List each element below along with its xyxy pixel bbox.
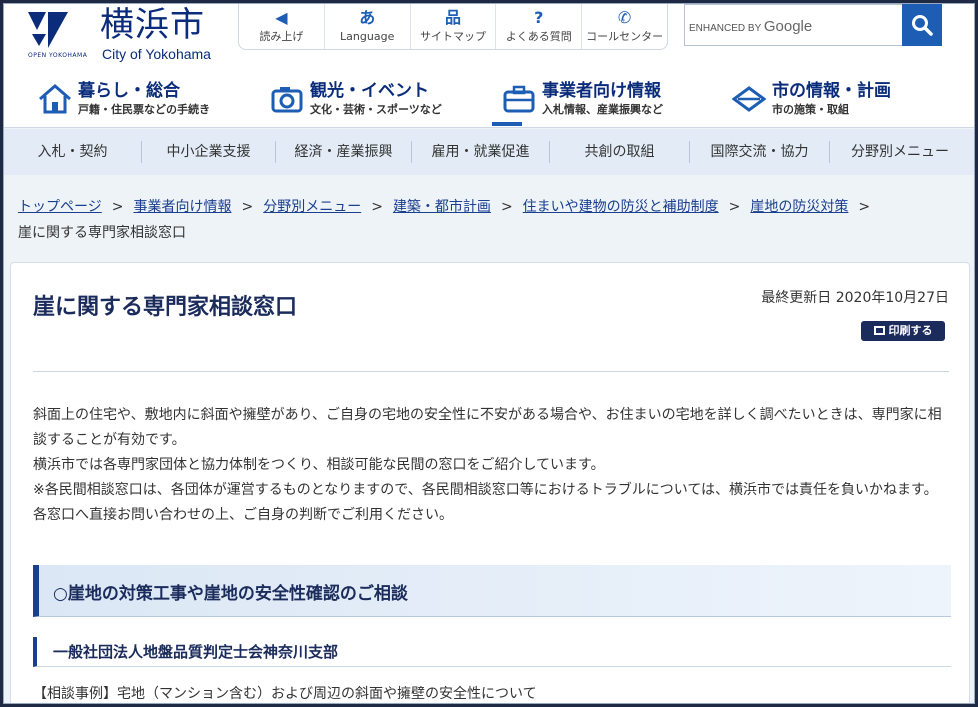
- paragraph: 横浜市では各専門家団体と協力体制をつくり、相談可能な民間の窓口をご紹介しています…: [33, 457, 605, 473]
- browser-page: OPEN YOKOHAMA 横浜市 City of Yokohama ◀ 読み上…: [3, 3, 975, 704]
- breadcrumb-link[interactable]: 崖地の防災対策: [750, 199, 848, 215]
- breadcrumb-separator: >: [111, 199, 124, 215]
- subnav-by-field[interactable]: 分野別メニュー: [830, 141, 970, 163]
- gnav-subtitle: 文化・芸術・スポーツなど: [310, 103, 442, 116]
- breadcrumb-separator: >: [728, 199, 741, 215]
- breadcrumb-separator: >: [500, 199, 513, 215]
- global-nav: 暮らし・総合 戸籍・住民票などの手続き 観光・イベント 文化・芸術・スポーツなど…: [4, 68, 974, 128]
- section-heading-text: ○崖地の対策工事や崖地の安全性確認のご相談: [53, 584, 408, 604]
- breadcrumb-separator: >: [241, 199, 254, 215]
- tool-call-center[interactable]: ✆ コールセンター: [582, 4, 667, 49]
- last-updated: 最終更新日 2020年10月27日: [761, 290, 949, 306]
- city-name[interactable]: 横浜市: [100, 6, 205, 44]
- paragraph: 斜面上の住宅や、敷地内に斜面や擁壁があり、ご自身の宅地の安全性に不安がある場合や…: [33, 407, 942, 448]
- breadcrumb: トップページ > 事業者向け情報 > 分野別メニュー > 建築・都市計画 > 住まいや建物の防災…: [18, 194, 958, 246]
- subnav-bidding[interactable]: 入札・契約: [4, 141, 142, 163]
- search-enhanced-label: ENHANCED BY: [689, 23, 762, 34]
- tool-faq[interactable]: ? よくある質問: [496, 4, 583, 49]
- search-input[interactable]: ENHANCED BY Google: [689, 18, 812, 35]
- tool-label: よくある質問: [505, 30, 572, 43]
- tool-label: サイトマップ: [419, 30, 486, 43]
- breadcrumb-link[interactable]: 事業者向け情報: [133, 199, 231, 215]
- gnav-title: 市の情報・計画: [772, 81, 891, 101]
- tool-sitemap[interactable]: 品 サイトマップ: [411, 4, 497, 49]
- breadcrumb-separator: >: [858, 199, 871, 215]
- main-content: 崖に関する専門家相談窓口 最終更新日 2020年10月27日 印刷する 斜面上の…: [10, 262, 970, 703]
- gnav-title: 暮らし・総合: [78, 81, 180, 101]
- gnav-title: 事業者向け情報: [542, 81, 661, 101]
- diamond-icon: [732, 86, 766, 112]
- city-logo[interactable]: OPEN YOKOHAMA: [18, 10, 108, 62]
- tool-label: 読み上げ: [259, 30, 304, 43]
- phone-icon: ✆: [617, 8, 632, 27]
- sitemap-icon: 品: [444, 8, 461, 27]
- divider: [33, 371, 949, 372]
- section-heading: ○崖地の対策工事や崖地の安全性確認のご相談: [33, 565, 951, 617]
- subnav-sme-support[interactable]: 中小企業支援: [142, 141, 276, 163]
- gnav-subtitle: 戸籍・住民票などの手続き: [78, 103, 210, 116]
- site-search: ENHANCED BY Google: [684, 4, 942, 46]
- site-header: OPEN YOKOHAMA 横浜市 City of Yokohama ◀ 読み上…: [4, 4, 974, 68]
- sub-heading: 一般社団法人地盤品質判定士会神奈川支部: [33, 637, 951, 667]
- print-label: 印刷する: [888, 324, 933, 337]
- search-button[interactable]: [902, 4, 942, 46]
- paragraph: ※各民間相談窓口は、各団体が運営するものとなりますので、各民間相談窓口等における…: [33, 482, 938, 498]
- intro-text: 斜面上の住宅や、敷地内に斜面や擁壁があり、ご自身の宅地の安全性に不安がある場合や…: [33, 403, 953, 528]
- tool-label: Language: [340, 30, 395, 43]
- house-icon: [39, 84, 71, 114]
- paragraph: 各窓口へ直接お問い合わせの上、ご自身の判断でご利用ください。: [33, 507, 453, 523]
- sub-nav: 入札・契約 中小企業支援 経済・産業振興 雇用・就業促進 共創の取組 国際交流・…: [4, 129, 974, 175]
- breadcrumb-link[interactable]: 住まいや建物の防災と補助制度: [523, 199, 719, 215]
- camera-icon: [271, 87, 303, 113]
- gnav-title: 観光・イベント: [310, 81, 429, 101]
- briefcase-icon: [503, 85, 535, 113]
- breadcrumb-separator: >: [371, 199, 383, 215]
- subnav-international[interactable]: 国際交流・協力: [690, 141, 830, 163]
- print-button[interactable]: 印刷する: [861, 321, 945, 341]
- gnav-subtitle: 市の施策・取組: [772, 103, 849, 116]
- language-icon: あ: [359, 8, 376, 27]
- subnav-co-creation[interactable]: 共創の取組: [550, 141, 690, 163]
- yokohama-logo-icon: [28, 12, 68, 48]
- tool-read-aloud[interactable]: ◀ 読み上げ: [239, 4, 325, 49]
- tool-language[interactable]: あ Language: [325, 4, 411, 49]
- breadcrumb-link[interactable]: 分野別メニュー: [263, 199, 361, 215]
- logo-tagline: OPEN YOKOHAMA: [28, 52, 88, 59]
- breadcrumb-current: 崖に関する専門家相談窓口: [18, 225, 186, 241]
- gnav-subtitle: 入札情報、産業振興など: [542, 103, 663, 116]
- question-icon: ?: [534, 8, 544, 27]
- printer-icon: [873, 326, 885, 335]
- subnav-economy[interactable]: 経済・産業振興: [276, 141, 412, 163]
- speaker-icon: ◀: [275, 8, 288, 27]
- sub-heading-text: 一般社団法人地盤品質判定士会神奈川支部: [53, 643, 339, 661]
- breadcrumb-link[interactable]: トップページ: [18, 199, 102, 215]
- page-title: 崖に関する専門家相談窓口: [33, 295, 298, 320]
- city-name-english: City of Yokohama: [102, 46, 211, 62]
- utility-toolbar: ◀ 読み上げ あ Language 品 サイトマップ ? よくある質問 ✆ コー…: [238, 4, 668, 50]
- search-icon: [912, 15, 933, 36]
- subnav-employment[interactable]: 雇用・就業促進: [412, 141, 550, 163]
- gnav-active-indicator: [492, 122, 522, 126]
- google-brand: Google: [763, 18, 813, 35]
- tool-label: コールセンター: [586, 30, 664, 43]
- breadcrumb-link[interactable]: 建築・都市計画: [393, 199, 491, 215]
- consultation-case: 【相談事例】宅地（マンション含む）および周辺の斜面や擁壁の安全性について: [33, 686, 537, 702]
